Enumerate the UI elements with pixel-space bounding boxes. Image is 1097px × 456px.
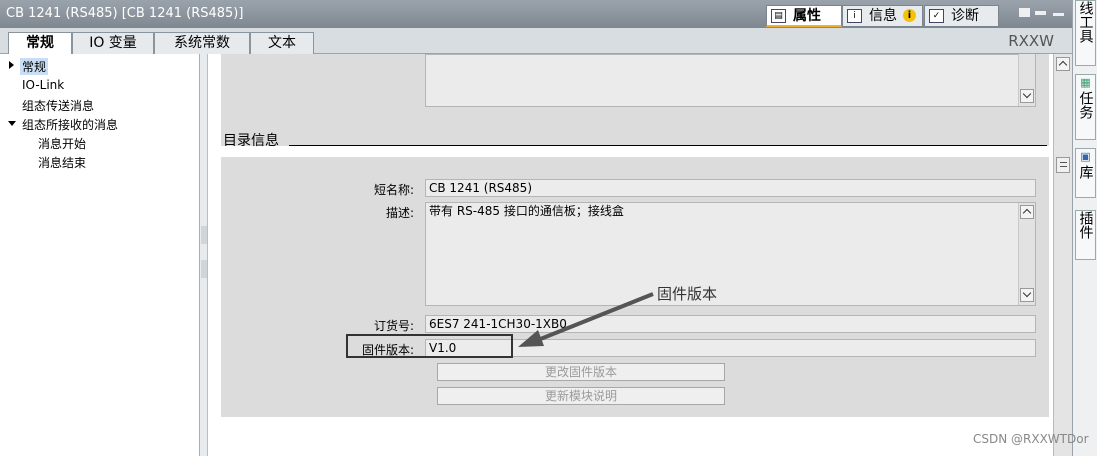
side-tab-addins[interactable]: 插件 [1075,210,1096,260]
chevron-up-icon [1058,60,1068,70]
grip-icon [1060,162,1067,167]
libraries-icon: ▣ [1080,150,1091,163]
tasks-icon: ▦ [1080,76,1091,89]
side-tab-libraries-label: 库 [1077,165,1094,179]
side-tab-online-tools[interactable]: 线工具 [1075,0,1096,66]
side-tab-tasks-label: 任务 [1077,91,1094,119]
task-card-strip: 线工具 ▦ 任务 ▣ 库 插件 [1072,0,1097,456]
side-tab-addins-label: 插件 [1077,211,1094,239]
main-scrollbar[interactable] [1053,54,1072,456]
annotation-arrow-icon [518,292,654,347]
side-tab-online-tools-label: 线工具 [1077,1,1094,43]
side-tab-libraries[interactable]: ▣ 库 [1075,148,1096,198]
main-scroll-up-button[interactable] [1056,57,1070,71]
side-tab-tasks[interactable]: ▦ 任务 [1075,74,1096,140]
watermark-text: CSDN @RXXWTDor [973,432,1089,446]
main-scroll-thumb[interactable] [1056,157,1070,173]
